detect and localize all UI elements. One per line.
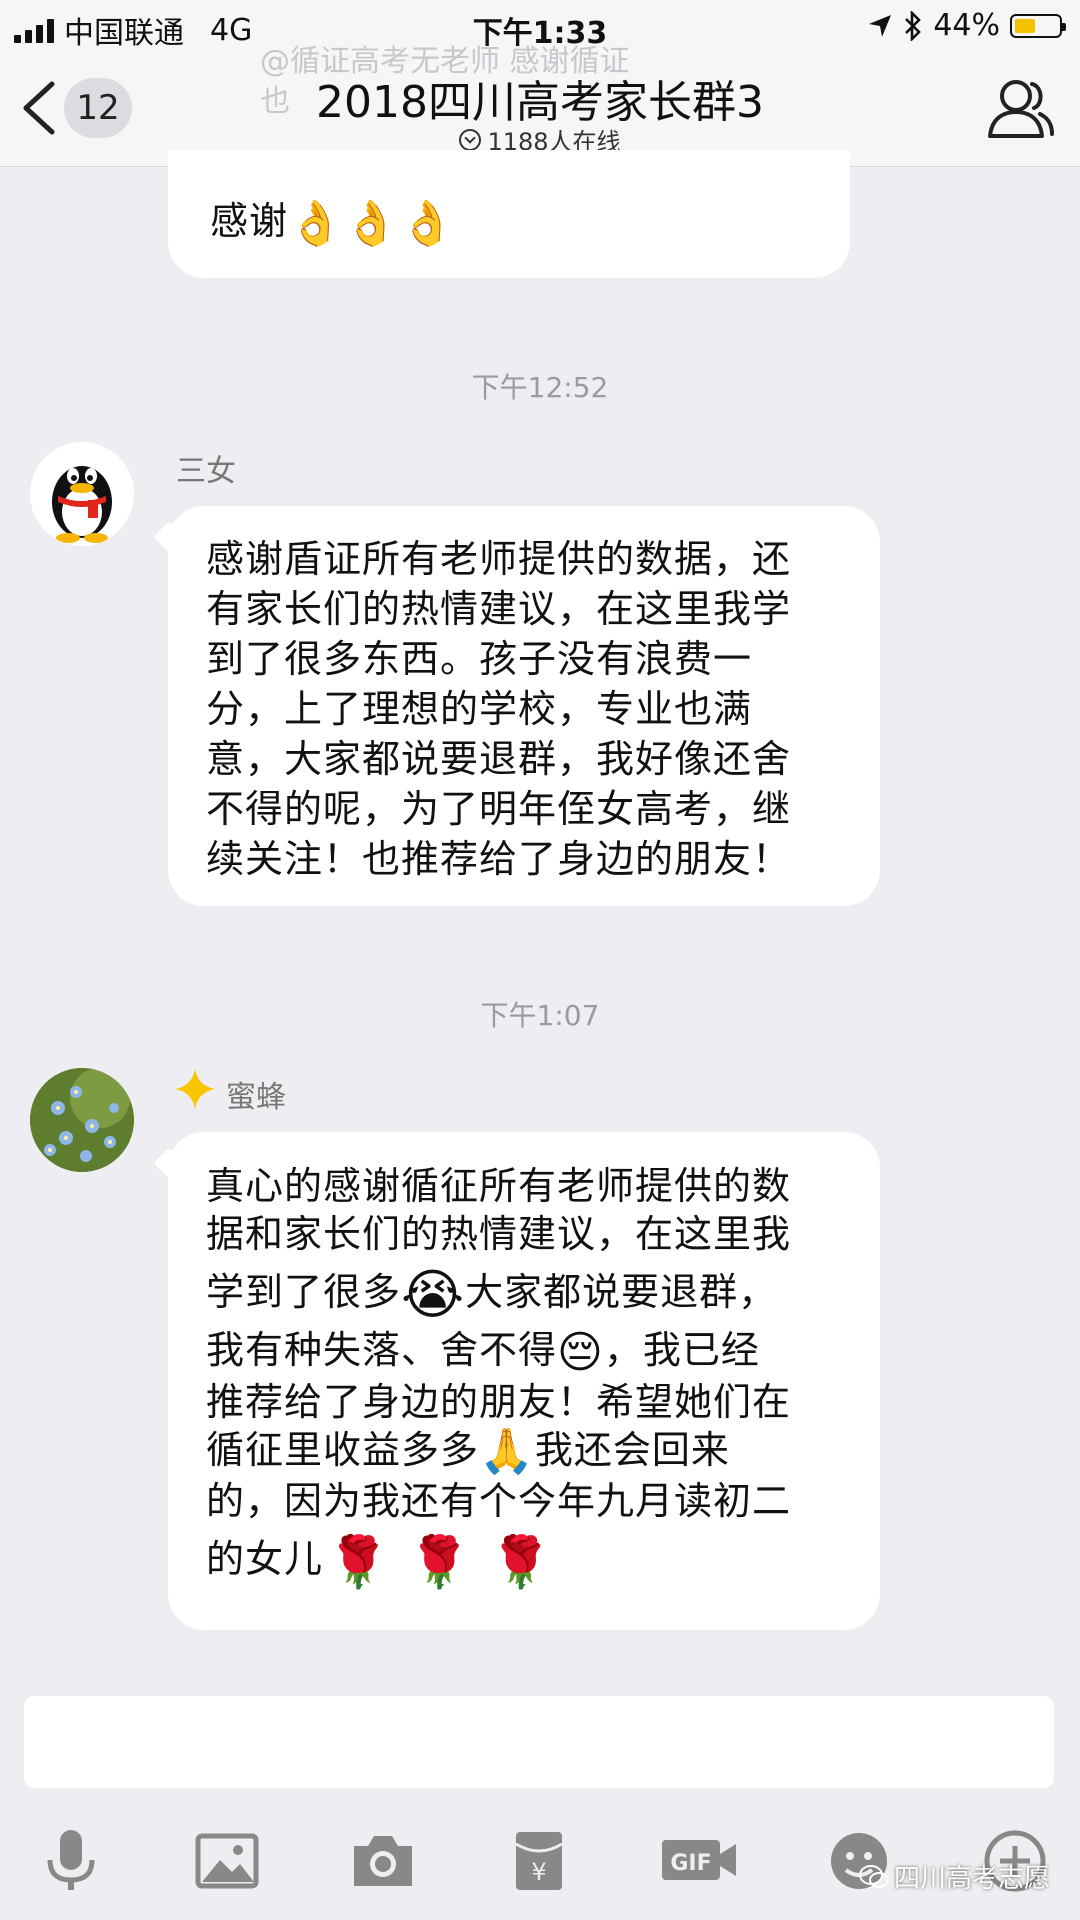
- message-bubble[interactable]: 感谢盾证所有老师提供的数据，还 有家长们的热情建议，在这里我学 到了很多东西。孩…: [168, 506, 880, 906]
- message-line: 我有种失落、舍不得😔，我已经: [206, 1326, 760, 1378]
- svg-text:GIF: GIF: [670, 1851, 711, 1876]
- message-text: 感谢: [210, 199, 289, 243]
- ok-hand-emoji: 👌: [343, 197, 400, 249]
- group-members-icon[interactable]: [986, 76, 1056, 140]
- wechat-icon: [858, 1864, 889, 1888]
- rose-emoji: 🌹: [408, 1532, 472, 1591]
- message-line: 真心的感谢循征所有老师提供的数: [206, 1164, 792, 1208]
- message-line: 不得的呢，为了明年侄女高考，继: [206, 787, 792, 831]
- crying-emoji: 😭: [401, 1262, 466, 1326]
- message-line: 推荐给了身边的朋友！希望她们在: [206, 1379, 792, 1424]
- message-bubble[interactable]: 感谢👌👌👌: [168, 150, 850, 278]
- star-icon: [175, 1069, 215, 1109]
- battery-icon: [1010, 13, 1066, 38]
- message-input[interactable]: [24, 1696, 1054, 1788]
- sender-name: 三女: [176, 454, 236, 489]
- qq-penguin-icon: [52, 466, 112, 543]
- ok-hand-emoji: 👌: [288, 197, 344, 249]
- gif-icon[interactable]: GIF: [660, 1826, 738, 1896]
- timestamp: 下午1:07: [480, 999, 600, 1032]
- avatar[interactable]: [30, 442, 134, 546]
- message-bubble[interactable]: 真心的感谢循征所有老师提供的数 据和家长们的热情建议，在这里我 学到了很多😭大家…: [168, 1132, 880, 1630]
- ok-hand-emoji: 👌: [399, 197, 456, 249]
- red-packet-icon[interactable]: ¥: [504, 1826, 574, 1896]
- svg-text:¥: ¥: [531, 1858, 546, 1886]
- image-icon[interactable]: [192, 1826, 262, 1896]
- avatar[interactable]: [30, 1068, 134, 1172]
- watermark: 四川高考志愿: [858, 1858, 1050, 1895]
- message-line: 到了很多东西。孩子没有浪费一: [206, 637, 753, 681]
- camera-icon[interactable]: [348, 1826, 418, 1896]
- message-line: 的女儿🌹 🌹 🌹: [206, 1532, 553, 1591]
- sender-name: 蜜蜂: [226, 1080, 286, 1115]
- message-line: 据和家长们的热情建议，在这里我: [206, 1212, 792, 1256]
- battery-percent: 44%: [933, 8, 1000, 43]
- message-line: 感谢盾证所有老师提供的数据，还: [206, 537, 792, 581]
- message-line: 循征里收益多多🙏我还会回来: [206, 1426, 730, 1477]
- message-line: 分，上了理想的学校，专业也满: [206, 687, 753, 731]
- rose-emoji: 🌹: [489, 1532, 553, 1591]
- praying-hands-emoji: 🙏: [479, 1426, 535, 1477]
- message-line: 学到了很多😭大家都说要退群，: [206, 1262, 778, 1326]
- bluetooth-icon: [905, 10, 922, 41]
- timestamp: 下午12:52: [471, 371, 609, 404]
- message-line: 有家长们的热情建议，在这里我学: [206, 587, 792, 631]
- location-icon: [869, 14, 892, 37]
- watermark-text: 四川高考志愿: [893, 1864, 1050, 1894]
- message-line: 续关注！也推荐给了身边的朋友！: [206, 837, 792, 881]
- rose-emoji: 🌹: [327, 1532, 391, 1591]
- microphone-icon[interactable]: [36, 1826, 106, 1896]
- message-line: 意，大家都说要退群，我好像还舍: [206, 737, 792, 781]
- message-line: 的，因为我还有个今年九月读初二: [206, 1479, 792, 1523]
- blue-flowers-icon: [30, 1068, 134, 1172]
- sad-face-emoji: 😔: [557, 1326, 604, 1378]
- chevron-circle-icon: [459, 128, 482, 151]
- chat-title: 2018四川高考家长群3: [316, 77, 764, 128]
